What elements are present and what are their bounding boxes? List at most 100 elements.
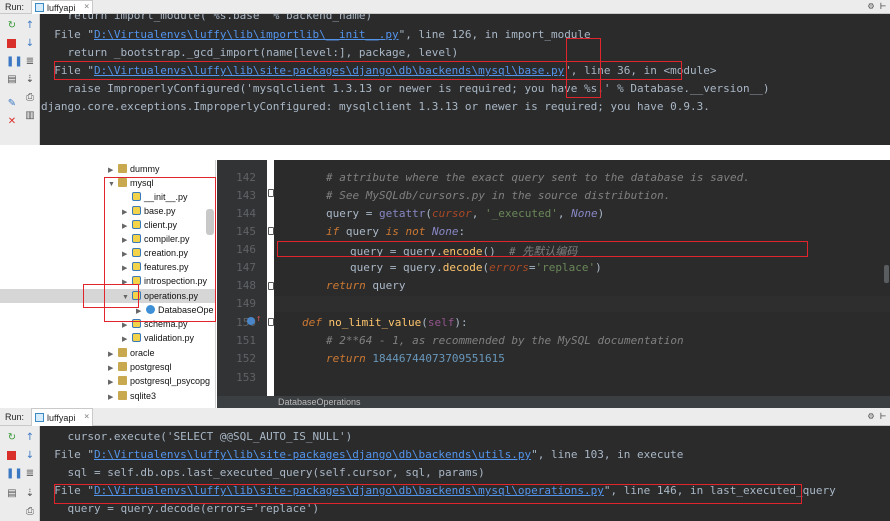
class-icon (146, 305, 155, 314)
tree-item-selected[interactable]: ▼ operations.py (122, 289, 198, 303)
soft-wrap-icon[interactable]: ≣ (24, 56, 36, 68)
python-run-icon (35, 413, 44, 422)
tree-item[interactable]: ▶ schema.py (122, 317, 188, 331)
file-link[interactable]: D:\Virtualenvs\luffy\lib\importlib\__ini… (94, 28, 399, 41)
line-number: 149 (236, 297, 256, 310)
scroll-up-icon[interactable]: ↑ (24, 432, 36, 444)
tree-item[interactable]: ▶ postgresql_psycopg (108, 374, 210, 388)
console-line: return _bootstrap._gcd_import(name[level… (41, 46, 459, 59)
file-link[interactable]: D:\Virtualenvs\luffy\lib\site-packages\d… (94, 448, 531, 461)
override-arrow-icon[interactable]: ↑ (256, 314, 261, 324)
stop-icon[interactable] (6, 38, 18, 50)
bottom-run-panel: Run: luffyapi × ⚙ ⊢ ↻ ↑ ↓ ❚❚ ≣ ▤ ⇣ ⎙ cur… (0, 408, 890, 521)
tree-item[interactable]: ▶ dummy (108, 162, 160, 176)
pin-icon[interactable]: ✎ (6, 98, 18, 110)
line-number: 142 (236, 171, 256, 184)
console-line: File "D:\Virtualenvs\luffy\lib\importlib… (41, 28, 591, 41)
print-icon[interactable]: ⎙ (24, 92, 36, 104)
line-number: 145 (236, 225, 256, 238)
python-file-icon (132, 291, 141, 300)
console-line: raise ImproperlyConfigured('mysqlclient … (41, 82, 770, 95)
python-run-icon (35, 3, 44, 12)
folder-icon (118, 376, 127, 385)
line-number: 143 (236, 189, 256, 202)
console-line: django.core.exceptions.ImproperlyConfigu… (41, 100, 710, 113)
override-marker-icon[interactable] (247, 317, 255, 325)
tree-item[interactable]: ▶ postgresql (108, 360, 172, 374)
python-file-icon (132, 262, 141, 271)
console-line: return import_module('%s.base' % backend… (41, 14, 373, 22)
close-icon[interactable]: × (84, 412, 89, 422)
tree-item[interactable]: ▶ compiler.py (122, 232, 190, 246)
bottom-console-output: cursor.execute('SELECT @@SQL_AUTO_IS_NUL… (41, 426, 890, 521)
scroll-down-icon[interactable]: ↓ (24, 450, 36, 462)
print-icon[interactable]: ⎙ (24, 506, 36, 518)
code-line: query = query.decode(errors='replace') (350, 261, 602, 274)
line-number: 147 (236, 261, 256, 274)
tree-scrollbar[interactable] (206, 209, 214, 235)
code-line: query = getattr(cursor, '_executed', Non… (326, 207, 605, 220)
scroll-down-icon[interactable]: ↓ (24, 38, 36, 50)
line-number: 148 (236, 279, 256, 292)
dump-threads-icon[interactable]: ▤ (6, 74, 18, 86)
close-icon[interactable]: × (84, 2, 89, 12)
tree-item[interactable]: ▼ mysql (108, 176, 154, 190)
editor-gutter: 142 143 144 145 146 147 148 149 150 151 … (217, 160, 267, 396)
stop-icon[interactable] (6, 450, 18, 462)
rerun-icon[interactable]: ↻ (6, 432, 18, 444)
gear-icon[interactable]: ⚙ (868, 1, 874, 12)
console-line: cursor.execute('SELECT @@SQL_AUTO_IS_NUL… (41, 430, 353, 443)
python-file-icon (132, 248, 141, 257)
tree-item[interactable]: ▶ base.py (122, 204, 176, 218)
breadcrumb-item[interactable]: DatabaseOperations (278, 396, 361, 408)
close-run-icon[interactable]: ✕ (6, 116, 18, 128)
code-line: # See MySQLdb/cursors.py in the source d… (326, 189, 671, 202)
tree-item[interactable]: ▶ DatabaseOpe (136, 303, 214, 317)
tree-item[interactable]: ▶ oracle (108, 346, 155, 360)
bottom-run-toolstrip: ↻ ↑ ↓ ❚❚ ≣ ▤ ⇣ ⎙ (0, 426, 40, 521)
python-file-icon (132, 192, 141, 201)
tree-item[interactable]: ▶ features.py (122, 260, 189, 274)
hide-panel-icon[interactable]: ⊢ (880, 1, 886, 12)
scroll-up-icon[interactable]: ↑ (24, 20, 36, 32)
dump-threads-icon[interactable]: ▤ (6, 488, 18, 500)
pause-icon[interactable]: ❚❚ (6, 56, 23, 68)
hide-panel-icon[interactable]: ⊢ (880, 411, 886, 422)
top-run-tabbar: Run: luffyapi × ⚙ ⊢ (0, 0, 890, 14)
line-number: 153 (236, 371, 256, 384)
tree-item[interactable]: ▶ introspection.py (122, 274, 207, 288)
tree-item[interactable]: ▶ creation.py (122, 246, 188, 260)
code-editor[interactable]: # attribute where the exact query sent t… (274, 160, 890, 396)
tree-item[interactable]: __init__.py (122, 190, 188, 204)
top-run-panel: Run: luffyapi × ⚙ ⊢ ↻ ↑ ↓ ❚❚ ≣ ▤ ⇣ ⎙ ✎ ▥… (0, 0, 890, 145)
python-file-icon (132, 276, 141, 285)
tree-item[interactable]: ▶ validation.py (122, 331, 194, 345)
tree-item[interactable]: ▶ client.py (122, 218, 177, 232)
bottom-run-tabbar: Run: luffyapi × ⚙ ⊢ (0, 408, 890, 426)
file-link[interactable]: D:\Virtualenvs\luffy\lib\site-packages\d… (94, 64, 564, 77)
rerun-icon[interactable]: ↻ (6, 20, 18, 32)
code-line: if query is not None: (326, 225, 466, 238)
tree-item[interactable]: ▶ sqlite3 (108, 389, 156, 403)
folder-icon (118, 348, 127, 357)
run-tab-luffyapi[interactable]: luffyapi × (31, 0, 93, 14)
run-tab-luffyapi[interactable]: luffyapi × (31, 408, 93, 426)
soft-wrap-icon[interactable]: ≣ (24, 468, 36, 480)
pause-icon[interactable]: ❚❚ (6, 468, 23, 480)
project-tree: ▶ dummy ▼ mysql __init__.py ▶ base.py ▶ clie… (0, 160, 216, 408)
top-console-output: return import_module('%s.base' % backend… (41, 14, 890, 145)
code-line: return query (326, 279, 406, 292)
scroll-to-end-icon[interactable]: ⇣ (24, 74, 36, 86)
file-link[interactable]: D:\Virtualenvs\luffy\lib\site-packages\d… (94, 484, 604, 497)
console-line: query = query.decode(errors='replace') (41, 502, 320, 515)
gear-icon[interactable]: ⚙ (868, 411, 874, 422)
scroll-to-end-icon[interactable]: ⇣ (24, 488, 36, 500)
panel-separator (0, 145, 890, 160)
folder-icon (118, 164, 127, 173)
code-line: # 2**64 - 1, as recommended by the MySQL… (326, 334, 684, 347)
line-number: 151 (236, 334, 256, 347)
python-file-icon (132, 206, 141, 215)
folder-icon (118, 362, 127, 371)
editor-scrollbar[interactable] (884, 265, 889, 283)
trash-icon[interactable]: ▥ (24, 110, 36, 122)
